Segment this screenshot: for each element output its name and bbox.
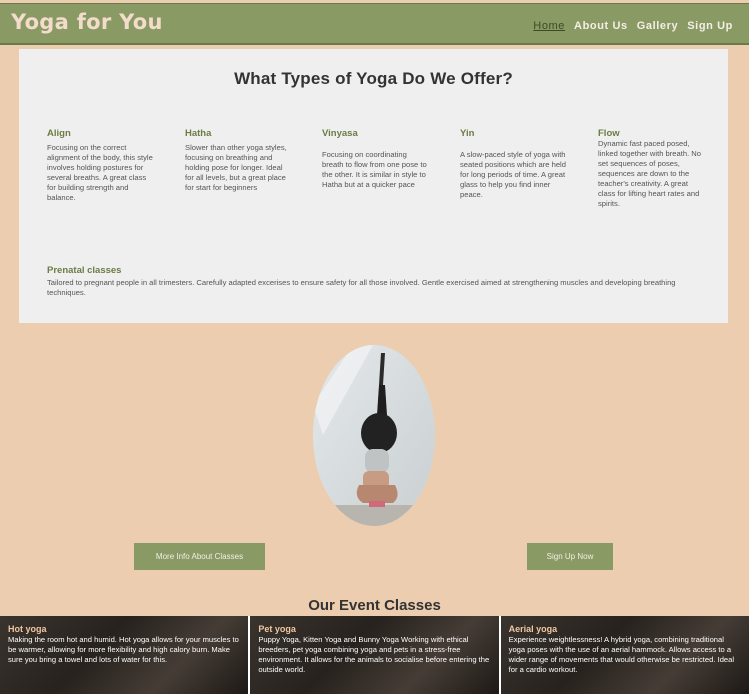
yoga-type-name: Prenatal classes	[47, 265, 122, 276]
site-logo-text[interactable]: Yoga for You	[11, 10, 163, 34]
yoga-type-prenatal: Prenatal classes Tailored to pregnant pe…	[47, 265, 697, 298]
nav-home[interactable]: Home	[533, 20, 565, 32]
yoga-type-description: A slow-paced style of yoga with seated p…	[460, 150, 566, 199]
event-card-description: Experience weightlessness! A hybrid yoga…	[508, 635, 735, 674]
yoga-type-vinyasa: Vinyasa Focusing on coordinating breath …	[322, 128, 428, 190]
yoga-type-description: Slower than other yoga styles, focusing …	[185, 143, 287, 192]
nav-sign-up[interactable]: Sign Up	[687, 20, 733, 32]
yoga-types-section: What Types of Yoga Do We Offer? Align Fo…	[19, 49, 728, 323]
sign-up-now-button[interactable]: Sign Up Now	[527, 543, 613, 570]
headstand-illustration	[313, 345, 435, 526]
event-card-aerial-yoga[interactable]: Aerial yoga Experience weightlessness! A…	[500, 616, 749, 694]
yoga-type-name: Flow	[598, 128, 620, 139]
yoga-type-align: Align Focusing on the correct alignment …	[47, 128, 153, 203]
yoga-type-hatha: Hatha Slower than other yoga styles, foc…	[185, 128, 291, 193]
yoga-type-description: Focusing on coordinating breath to flow …	[322, 150, 427, 189]
more-info-classes-button[interactable]: More Info About Classes	[134, 543, 265, 570]
event-card-description: Making the room hot and humid. Hot yoga …	[8, 635, 239, 664]
yoga-type-yin: Yin A slow-paced style of yoga with seat…	[460, 128, 566, 200]
yoga-types-title: What Types of Yoga Do We Offer?	[234, 69, 513, 88]
event-classes-title: Our Event Classes	[308, 597, 441, 614]
yoga-headstand-image	[313, 345, 435, 526]
nav-gallery[interactable]: Gallery	[637, 20, 679, 32]
event-card-title: Hot yoga	[8, 624, 47, 634]
event-card-title: Aerial yoga	[508, 624, 558, 634]
event-card-hot-yoga[interactable]: Hot yoga Making the room hot and humid. …	[0, 616, 249, 694]
nav-about-us[interactable]: About Us	[574, 20, 628, 32]
yoga-type-flow: Flow Dynamic fast paced posed, linked to…	[598, 128, 704, 209]
event-card-description: Puppy Yoga, Kitten Yoga and Bunny Yoga W…	[258, 635, 490, 674]
yoga-type-description: Dynamic fast paced posed, linked togethe…	[598, 139, 701, 208]
yoga-type-name: Vinyasa	[322, 128, 358, 139]
event-card-pet-yoga[interactable]: Pet yoga Puppy Yoga, Kitten Yoga and Bun…	[250, 616, 499, 694]
yoga-type-name: Yin	[460, 128, 475, 139]
event-classes-section: Hot yoga Making the room hot and humid. …	[0, 616, 749, 694]
yoga-type-name: Align	[47, 128, 71, 139]
yoga-type-description: Tailored to pregnant people in all trime…	[47, 278, 676, 297]
yoga-type-description: Focusing on the correct alignment of the…	[47, 143, 153, 202]
event-card-title: Pet yoga	[258, 624, 296, 634]
main-nav: Home About Us Gallery Sign Up	[533, 20, 733, 32]
site-header: Yoga for You Home About Us Gallery Sign …	[0, 3, 749, 45]
yoga-type-name: Hatha	[185, 128, 212, 139]
